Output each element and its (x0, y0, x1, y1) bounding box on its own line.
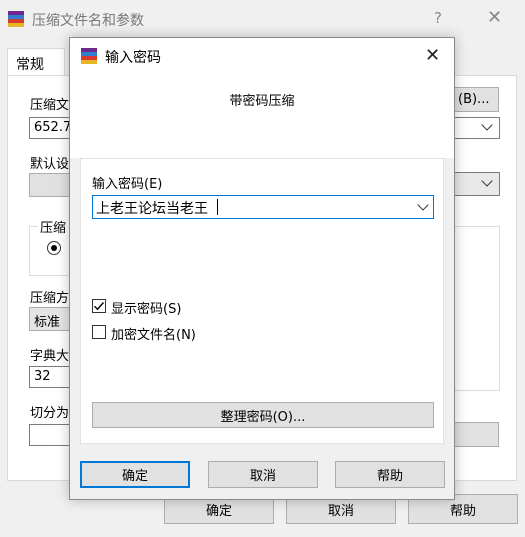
show-password-label[interactable]: 显示密码(S) (111, 298, 181, 317)
set-password-button-partial[interactable] (455, 422, 499, 447)
password-dialog: 输入密码 ✕ 带密码压缩 输入密码(E) 上老王论坛当老王 显示密码(S) 加密… (69, 37, 455, 500)
dialog-title: 输入密码 (105, 50, 161, 66)
dialog-cancel-button[interactable]: 取消 (208, 461, 318, 488)
check-icon (94, 302, 105, 311)
split-combo[interactable] (29, 424, 70, 446)
archive-name-field[interactable]: 652.7z (29, 117, 70, 139)
organize-passwords-label: 整理密码(O)... (220, 409, 306, 425)
show-password-checkbox[interactable] (92, 299, 106, 313)
dialog-subtitle: 带密码压缩 (229, 94, 295, 109)
encrypt-names-checkbox[interactable] (92, 325, 106, 339)
dialog-help-button[interactable]: 帮助 (335, 461, 445, 488)
winrar-icon (8, 11, 24, 27)
main-ok-label: 确定 (205, 503, 232, 519)
radio-icon[interactable] (47, 241, 61, 255)
method-combo[interactable]: 标准 (29, 307, 70, 331)
archive-name-combo-right[interactable] (455, 117, 500, 139)
dialog-title-bar: 输入密码 ✕ (70, 38, 454, 74)
dialog-ok-label: 确定 (121, 469, 148, 484)
archive-name-label: 压缩文 (30, 98, 70, 113)
password-input[interactable]: 上老王论坛当老王 (92, 195, 434, 219)
text-cursor (217, 199, 218, 215)
encrypt-names-label[interactable]: 加密文件名(N) (111, 324, 196, 343)
dialog-ok-button[interactable]: 确定 (80, 461, 190, 488)
split-label: 切分为 (30, 406, 70, 421)
help-icon[interactable]: ? (434, 9, 442, 27)
profile-button[interactable] (29, 173, 70, 197)
chevron-down-icon[interactable] (417, 199, 429, 211)
update-mode-combo[interactable] (455, 172, 500, 196)
dialog-header-area (70, 74, 454, 158)
tab-general-label: 常规 (16, 57, 44, 73)
method-combo-value: 标准 (34, 315, 61, 330)
options-group-right: ) (451, 226, 500, 391)
close-icon[interactable]: ✕ (425, 45, 440, 66)
dialog-cancel-label: 取消 (249, 469, 276, 484)
organize-passwords-button[interactable]: 整理密码(O)... (92, 402, 434, 428)
dict-label: 字典大 (30, 349, 70, 364)
password-input-value: 上老王论坛当老王 (96, 201, 208, 217)
method-label: 压缩方 (30, 291, 70, 306)
main-title-bar: 压缩文件名和参数 ? ✕ (0, 0, 525, 38)
main-help-label: 帮助 (449, 503, 476, 519)
dialog-help-label: 帮助 (376, 469, 403, 484)
chevron-down-icon (481, 175, 493, 187)
chevron-down-icon (481, 119, 493, 131)
dict-combo[interactable]: 32 (29, 366, 70, 388)
main-cancel-label: 取消 (327, 503, 354, 519)
main-window-title: 压缩文件名和参数 (32, 13, 144, 29)
winrar-icon (81, 48, 97, 64)
password-label: 输入密码(E) (92, 177, 163, 192)
main-close-icon[interactable]: ✕ (487, 7, 502, 28)
tab-general[interactable]: 常规 (7, 48, 65, 76)
browse-button-label: (B)... (458, 92, 490, 107)
profile-label: 默认设 (30, 157, 70, 172)
